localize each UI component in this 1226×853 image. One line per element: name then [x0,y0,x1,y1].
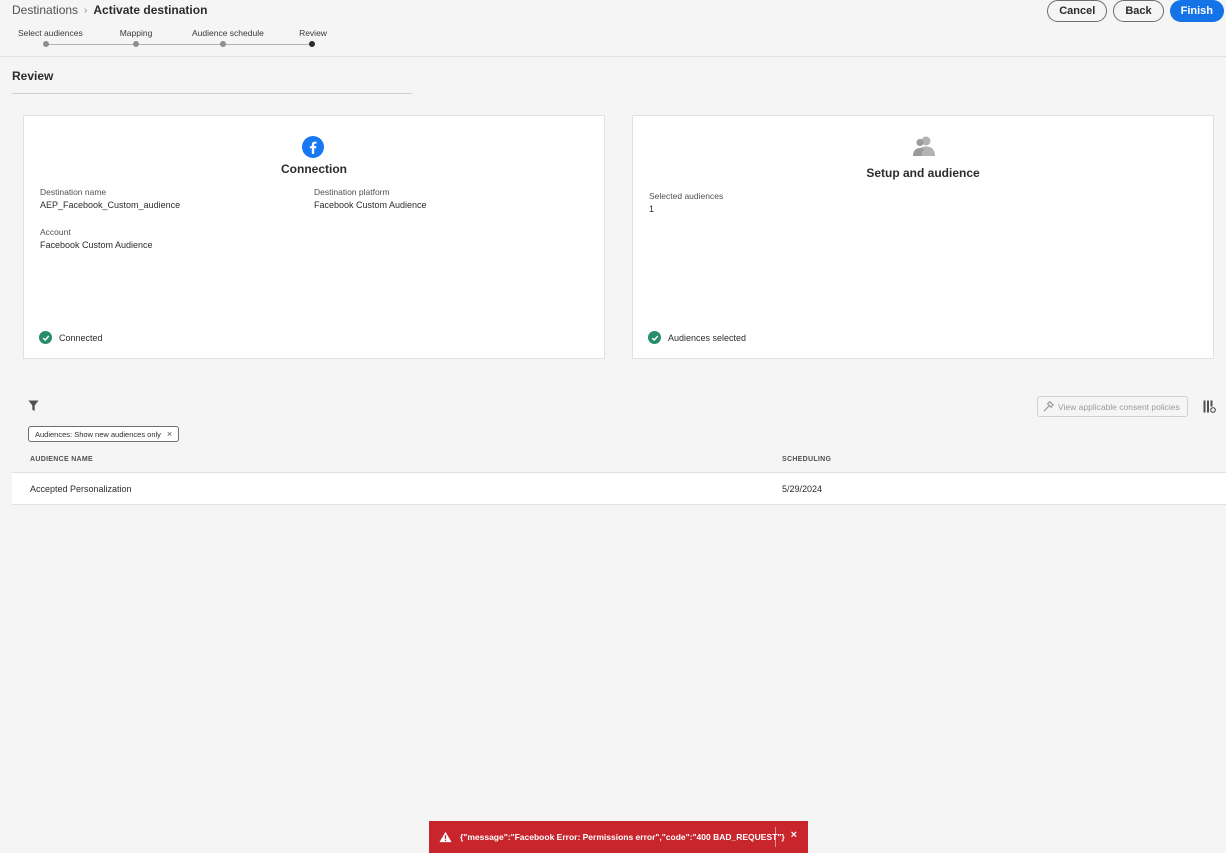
step-dot-review-active [309,41,315,47]
breadcrumb-separator: › [84,4,88,16]
hammer-icon [1043,401,1054,412]
step-select-audiences[interactable]: Select audiences [18,28,83,38]
chip-remove-icon[interactable]: × [167,429,172,439]
breadcrumb-destinations-link[interactable]: Destinations [12,3,78,17]
page-title: Review [12,69,54,83]
step-label: Mapping [119,28,153,38]
back-button[interactable]: Back [1113,0,1164,22]
consent-button-label: View applicable consent policies [1058,401,1180,412]
step-dot-mapping [133,41,139,47]
setup-audience-card: Setup and audience Selected audiences 1 … [632,115,1214,359]
audience-filter-chip[interactable]: Audiences: Show new audiences only × [28,426,180,442]
close-icon[interactable]: × [791,829,797,841]
step-label: Audience schedule [192,28,264,38]
title-divider [12,93,412,94]
destination-platform-value: Facebook Custom Audience [314,200,427,210]
column-header-scheduling[interactable]: SCHEDULING [782,456,831,463]
header-actions: Cancel Back Finish [1047,0,1224,22]
stepper-track [46,44,312,45]
connection-card: Connection Destination name AEP_Facebook… [23,115,605,359]
error-toast: {"message":"Facebook Error: Permissions … [429,821,808,853]
toast-message: {"message":"Facebook Error: Permissions … [460,832,785,842]
account-value: Facebook Custom Audience [40,240,153,250]
setup-status-text: Audiences selected [668,332,747,343]
workflow-stepper: Select audiences Mapping Audience schedu… [18,28,338,50]
checkmark-circle-icon [39,331,52,344]
step-review[interactable]: Review [299,28,327,38]
column-header-audience-name[interactable]: AUDIENCE NAME [30,456,93,463]
step-dot-audience-schedule [220,41,226,47]
cancel-button[interactable]: Cancel [1047,0,1108,22]
breadcrumb: Destinations › Activate destination [12,3,207,17]
account-label: Account [40,227,71,237]
header-divider [0,56,1226,57]
destination-name-value: AEP_Facebook_Custom_audience [40,200,181,210]
user-group-icon [913,136,935,156]
step-dot-select-audiences [43,41,49,47]
filter-icon[interactable] [28,400,39,412]
selected-audiences-value: 1 [649,204,655,214]
filter-chip-label: Audiences: Show new audiences only [35,429,161,439]
destination-platform-label: Destination platform [314,187,390,197]
connection-status: Connected [39,331,103,344]
finish-button[interactable]: Finish [1169,0,1224,22]
setup-status: Audiences selected [648,331,746,344]
breadcrumb-current: Activate destination [93,3,208,17]
selected-audiences-label: Selected audiences [649,191,724,201]
setup-heading: Setup and audience [866,166,980,180]
destination-name-label: Destination name [40,187,107,197]
step-label: Review [299,28,327,38]
column-settings-icon[interactable] [1203,400,1216,413]
audience-name-cell: Accepted Personalization [30,484,132,494]
connection-heading: Connection [281,162,347,176]
step-mapping[interactable]: Mapping [118,28,154,38]
step-label: Select audiences [18,28,83,38]
table-row[interactable]: Accepted Personalization 5/29/2024 [12,472,1226,505]
connection-status-text: Connected [59,332,103,343]
toast-divider [775,827,776,847]
scheduling-cell: 5/29/2024 [782,484,823,494]
step-audience-schedule[interactable]: Audience schedule [192,28,264,38]
view-consent-policies-button[interactable]: View applicable consent policies [1037,396,1188,417]
checkmark-circle-icon [648,331,661,344]
facebook-icon [302,136,324,158]
alert-icon [439,831,452,843]
